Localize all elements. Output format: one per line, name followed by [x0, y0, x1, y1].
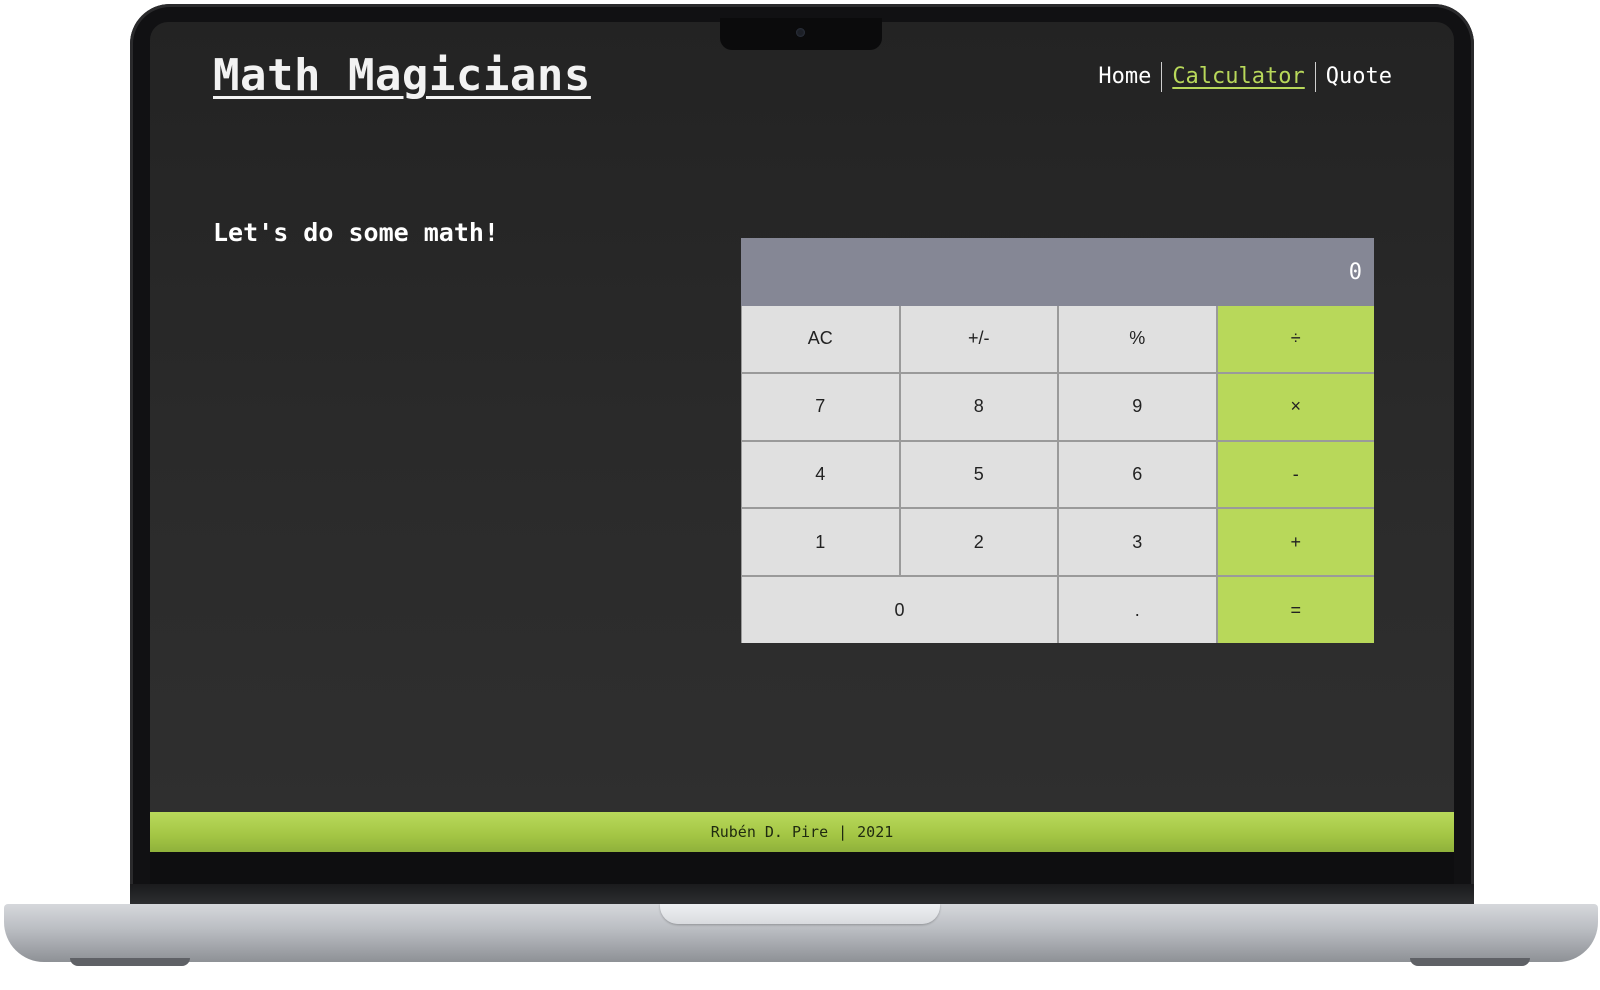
laptop-thumb-notch [660, 904, 940, 924]
calculator-keypad: AC +/-% ÷ 7 8 9 × 4 5 6- 1 2 3 +0. = [741, 306, 1374, 643]
digit-8-button[interactable]: 8 [900, 373, 1057, 440]
main-nav: Home Calculator Quote [1088, 62, 1392, 92]
footer-year: 2021 [857, 823, 894, 841]
site-logo-title[interactable]: Math Magicians [213, 50, 591, 101]
subtract-button[interactable]: - [1217, 441, 1374, 508]
nav-link-calculator[interactable]: Calculator [1162, 62, 1314, 92]
equals-button[interactable]: = [1217, 577, 1374, 643]
decimal-button[interactable]: . [1059, 577, 1216, 643]
app-screen: Math Magicians Home Calculator Quote Let… [150, 22, 1454, 888]
site-footer: Rubén D. Pire | 2021 [150, 812, 1454, 852]
sign-toggle-button[interactable]: +/- [900, 306, 1057, 372]
digit-0-button[interactable]: 0 [742, 577, 1057, 643]
digit-7-button[interactable]: 7 [742, 373, 899, 440]
page-intro-heading: Let's do some math! [213, 218, 499, 247]
footer-author: Rubén D. Pire [710, 823, 829, 841]
percent-button[interactable]: % [1059, 306, 1216, 372]
nav-link-home[interactable]: Home [1088, 62, 1161, 92]
laptop-foot [1410, 958, 1530, 966]
digit-6-button[interactable]: 6 [1059, 441, 1216, 508]
digit-1-button[interactable]: 1 [742, 509, 899, 576]
digit-9-button[interactable]: 9 [1059, 373, 1216, 440]
calculator: 0 AC +/-% ÷ 7 8 9 × 4 5 6- 1 2 3 +0. = [741, 238, 1374, 643]
add-button[interactable]: + [1217, 509, 1374, 576]
laptop-foot [70, 958, 190, 966]
digit-3-button[interactable]: 3 [1059, 509, 1216, 576]
divide-button[interactable]: ÷ [1217, 306, 1374, 372]
digit-2-button[interactable]: 2 [900, 509, 1057, 576]
screen-bezel-bottom [150, 852, 1454, 888]
camera-notch [720, 18, 882, 50]
laptop-hinge [130, 884, 1474, 906]
calculator-display: 0 [741, 238, 1374, 306]
all-clear-button[interactable]: AC [742, 306, 899, 372]
digit-5-button[interactable]: 5 [900, 441, 1057, 508]
nav-link-quote[interactable]: Quote [1316, 62, 1392, 92]
camera-icon [796, 28, 805, 37]
footer-separator: | [838, 823, 848, 841]
laptop-mockup: Math Magicians Home Calculator Quote Let… [0, 0, 1600, 990]
multiply-button[interactable]: × [1217, 373, 1374, 440]
digit-4-button[interactable]: 4 [742, 441, 899, 508]
